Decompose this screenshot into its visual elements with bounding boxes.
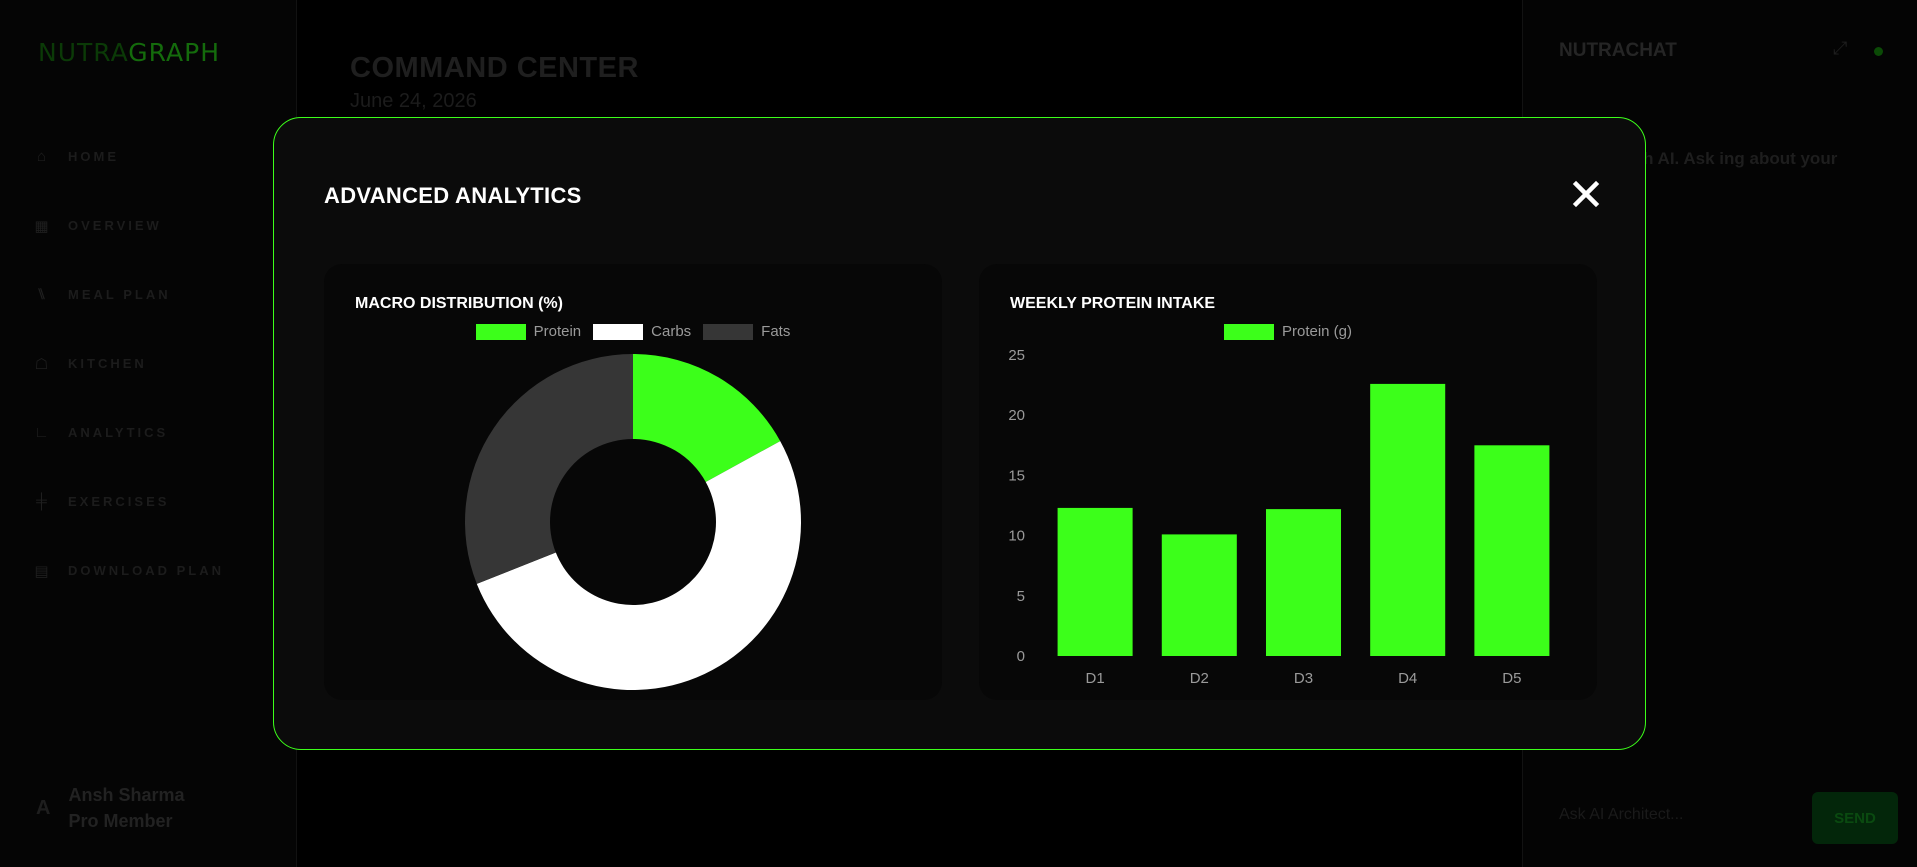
sidebar-item-label: MEAL PLAN (68, 287, 171, 302)
utensils-icon: ⑊ (36, 286, 49, 303)
expand-icon[interactable]: ⤢ (1833, 38, 1847, 59)
y-tick-label: 0 (1017, 648, 1025, 665)
sidebar: NUTRAGRAPH ⌂ HOME ▦ OVERVIEW ⑊ MEAL PLAN ☖ K… (0, 0, 297, 867)
user-tier: Pro Member (68, 811, 173, 831)
sidebar-item-home[interactable]: ⌂ HOME (34, 122, 274, 191)
donut-slice-fats[interactable] (465, 354, 633, 584)
sidebar-item-overview[interactable]: ▦ OVERVIEW (34, 191, 274, 260)
macro-donut-chart (465, 354, 801, 691)
sidebar-item-kitchen[interactable]: ☖ KITCHEN (34, 329, 274, 398)
chat-input[interactable]: Ask AI Architect... (1559, 806, 1684, 824)
sidebar-item-label: EXERCISES (68, 494, 170, 509)
protein-bar-chart: 0 5 10 15 20 25 D1 D2 D3 D4 D5 (1008, 347, 1550, 687)
analytics-modal: ADVANCED ANALYTICS MACRO DISTRIBUTION (%… (273, 117, 1646, 750)
x-tick-label: D1 (1086, 670, 1105, 687)
y-tick-label: 15 (1008, 467, 1025, 484)
chef-hat-icon: ☖ (34, 355, 52, 373)
sidebar-item-analytics[interactable]: ∟ ANALYTICS (34, 398, 274, 467)
sidebar-item-label: ANALYTICS (68, 425, 169, 440)
sidebar-item-exercises[interactable]: ╪ EXERCISES (34, 467, 274, 536)
close-icon[interactable] (1570, 178, 1602, 210)
status-dot (1874, 47, 1883, 56)
chat-title: NUTRACHAT (1559, 40, 1677, 61)
chart-icon: ∟ (34, 424, 52, 441)
y-tick-label: 5 (1017, 588, 1025, 605)
page-title: COMMAND CENTER (350, 52, 639, 84)
y-tick-label: 20 (1008, 407, 1025, 424)
x-tick-label: D2 (1190, 670, 1209, 687)
sidebar-nav: ⌂ HOME ▦ OVERVIEW ⑊ MEAL PLAN ☖ KITCHEN ∟ ANA… (34, 122, 274, 605)
user-profile[interactable]: A Ansh Sharma Pro Member (36, 782, 185, 834)
modal-title: ADVANCED ANALYTICS (324, 183, 582, 208)
send-button[interactable]: SEND (1812, 792, 1898, 844)
bar-d2[interactable] (1161, 534, 1237, 656)
sidebar-item-label: DOWNLOAD PLAN (68, 563, 224, 578)
sidebar-item-label: OVERVIEW (68, 218, 162, 233)
dumbbell-icon: ╪ (36, 493, 50, 510)
x-tick-label: D5 (1502, 670, 1521, 687)
sidebar-item-label: HOME (68, 149, 119, 164)
user-name: Ansh Sharma (68, 785, 185, 805)
bar-d3[interactable] (1265, 509, 1342, 656)
y-tick-label: 10 (1008, 528, 1025, 545)
sidebar-item-meal-plan[interactable]: ⑊ MEAL PLAN (34, 260, 274, 329)
sidebar-item-download-plan[interactable]: ▤ DOWNLOAD PLAN (34, 536, 274, 605)
page-date: June 24, 2026 (350, 90, 477, 112)
grid-icon: ▦ (34, 217, 52, 235)
sidebar-item-label: KITCHEN (68, 356, 147, 371)
x-tick-label: D4 (1398, 670, 1417, 687)
bar-d4[interactable] (1370, 383, 1446, 656)
macro-distribution-card: MACRO DISTRIBUTION (%) Protein Carbs Fat… (324, 264, 942, 700)
file-icon: ▤ (34, 562, 52, 580)
app-logo[interactable]: NUTRAGRAPH (38, 38, 220, 67)
bar-d5[interactable] (1474, 445, 1550, 656)
x-tick-label: D3 (1294, 670, 1313, 687)
y-tick-label: 25 (1008, 347, 1025, 364)
bar-d1[interactable] (1057, 507, 1133, 656)
home-icon: ⌂ (36, 148, 50, 165)
weekly-protein-card: WEEKLY PROTEIN INTAKE Protein (g) 0 5 10 15… (979, 264, 1597, 700)
avatar: A (36, 796, 51, 819)
